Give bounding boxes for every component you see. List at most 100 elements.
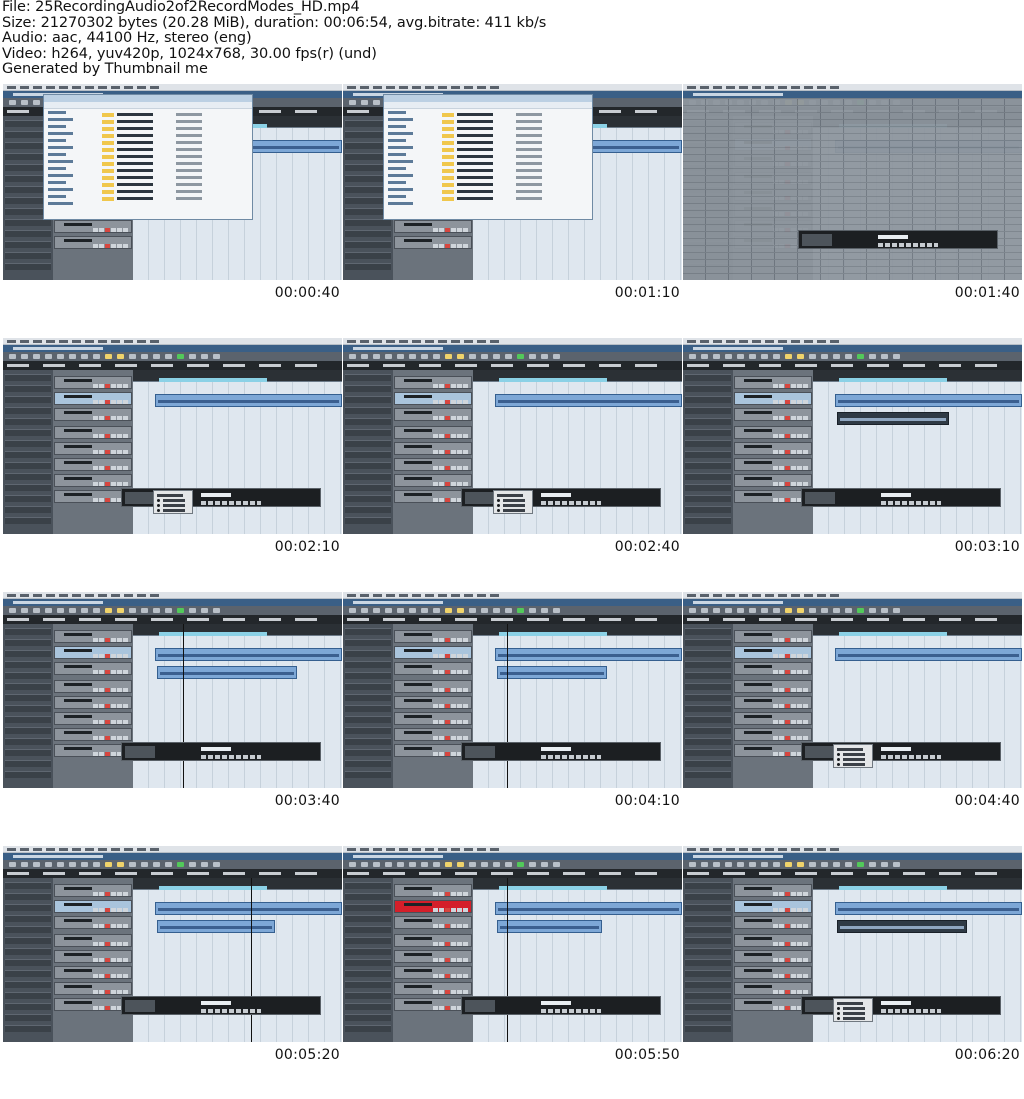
menu-item <box>464 86 473 89</box>
track-button <box>797 416 802 420</box>
track-name <box>744 937 772 940</box>
track-button <box>803 736 808 740</box>
inspector-section <box>345 495 391 502</box>
position-display <box>201 747 232 751</box>
track-name <box>64 379 92 382</box>
track-header <box>54 916 132 929</box>
video-thumbnail: 00:03:10 <box>683 338 1022 589</box>
track-button <box>111 704 116 708</box>
info-field <box>347 110 369 113</box>
track-button <box>791 482 796 486</box>
toolbar-button <box>141 862 148 867</box>
track-button <box>773 990 778 994</box>
info-field <box>903 618 925 621</box>
video-thumbnail: 00:05:50 <box>343 846 682 1097</box>
audio-info-line: Audio: aac, 44100 Hz, stereo (eng) <box>2 30 252 46</box>
inspector-section <box>685 495 731 502</box>
track-button <box>463 990 468 994</box>
track-button <box>93 752 98 756</box>
track-button <box>433 688 438 692</box>
track-button <box>445 482 450 486</box>
inspector-panel <box>3 878 53 1042</box>
track-name <box>64 1001 92 1004</box>
inspector-section <box>345 727 391 734</box>
toolbar-button <box>213 354 220 359</box>
thumbnail-grid: 00:00:40 00:01:10 00:01:40 00:02:10 00:02:40… <box>0 84 1024 1099</box>
menu-option <box>843 1017 865 1020</box>
track-header <box>734 900 812 913</box>
track-header <box>394 392 472 405</box>
track-button <box>445 670 450 674</box>
track-button <box>439 736 444 740</box>
track-button <box>93 924 98 928</box>
inspector-section <box>685 451 731 458</box>
track-button <box>773 688 778 692</box>
track-name <box>404 411 432 414</box>
toolbar-button <box>773 354 780 359</box>
track-button <box>779 498 784 502</box>
track-button <box>791 670 796 674</box>
nav-item <box>388 153 406 156</box>
toolbar-button <box>433 608 440 613</box>
waveform <box>838 654 1019 657</box>
track-button <box>117 384 122 388</box>
track-name <box>64 937 92 940</box>
toolbar-button <box>9 608 16 613</box>
track-button <box>123 244 128 248</box>
inspector-section <box>345 1003 391 1010</box>
track-button <box>803 892 808 896</box>
track-button <box>123 416 128 420</box>
track-button <box>779 974 784 978</box>
waveform <box>160 926 272 929</box>
track-button <box>803 924 808 928</box>
track-button <box>433 498 438 502</box>
track-button <box>123 638 128 642</box>
transport-panel <box>121 996 321 1015</box>
track-button <box>93 974 98 978</box>
track-name <box>64 665 92 668</box>
info-field <box>259 364 281 367</box>
menu-option <box>157 494 183 497</box>
track-button <box>433 244 438 248</box>
track-header <box>54 680 132 693</box>
track-button <box>445 466 450 470</box>
track-button <box>99 482 104 486</box>
menu-bar <box>3 592 342 599</box>
toolbar-button <box>809 862 816 867</box>
track-button <box>785 498 790 502</box>
track-button <box>445 892 450 896</box>
inspector-section <box>345 716 391 723</box>
track-button <box>779 908 784 912</box>
track-button <box>457 384 462 388</box>
menu-item <box>778 848 787 851</box>
info-field <box>115 364 137 367</box>
recorded-event <box>157 920 275 933</box>
track-button <box>463 942 468 946</box>
track-button <box>463 482 468 486</box>
menu-item <box>726 340 735 343</box>
track-button <box>797 990 802 994</box>
track-name <box>404 747 432 750</box>
event-display <box>473 890 682 1042</box>
transport-panel <box>801 488 1001 507</box>
toolbar-button <box>153 862 160 867</box>
menu-item <box>124 86 133 89</box>
cubase-screen <box>3 592 342 788</box>
track-button <box>445 688 450 692</box>
track-button <box>463 958 468 962</box>
track-button <box>117 720 122 724</box>
track-button <box>439 450 444 454</box>
track-button <box>773 482 778 486</box>
cubase-screen <box>343 338 682 534</box>
toolbar-button <box>93 608 100 613</box>
folder-icon <box>442 176 454 180</box>
file-date <box>176 155 202 158</box>
track-button <box>803 434 808 438</box>
menu-item <box>791 594 800 597</box>
inspector-section <box>5 727 51 734</box>
track-button <box>803 466 808 470</box>
toolbar-button <box>213 862 220 867</box>
track-button <box>791 958 796 962</box>
info-field <box>455 364 477 367</box>
menu-item <box>817 594 826 597</box>
